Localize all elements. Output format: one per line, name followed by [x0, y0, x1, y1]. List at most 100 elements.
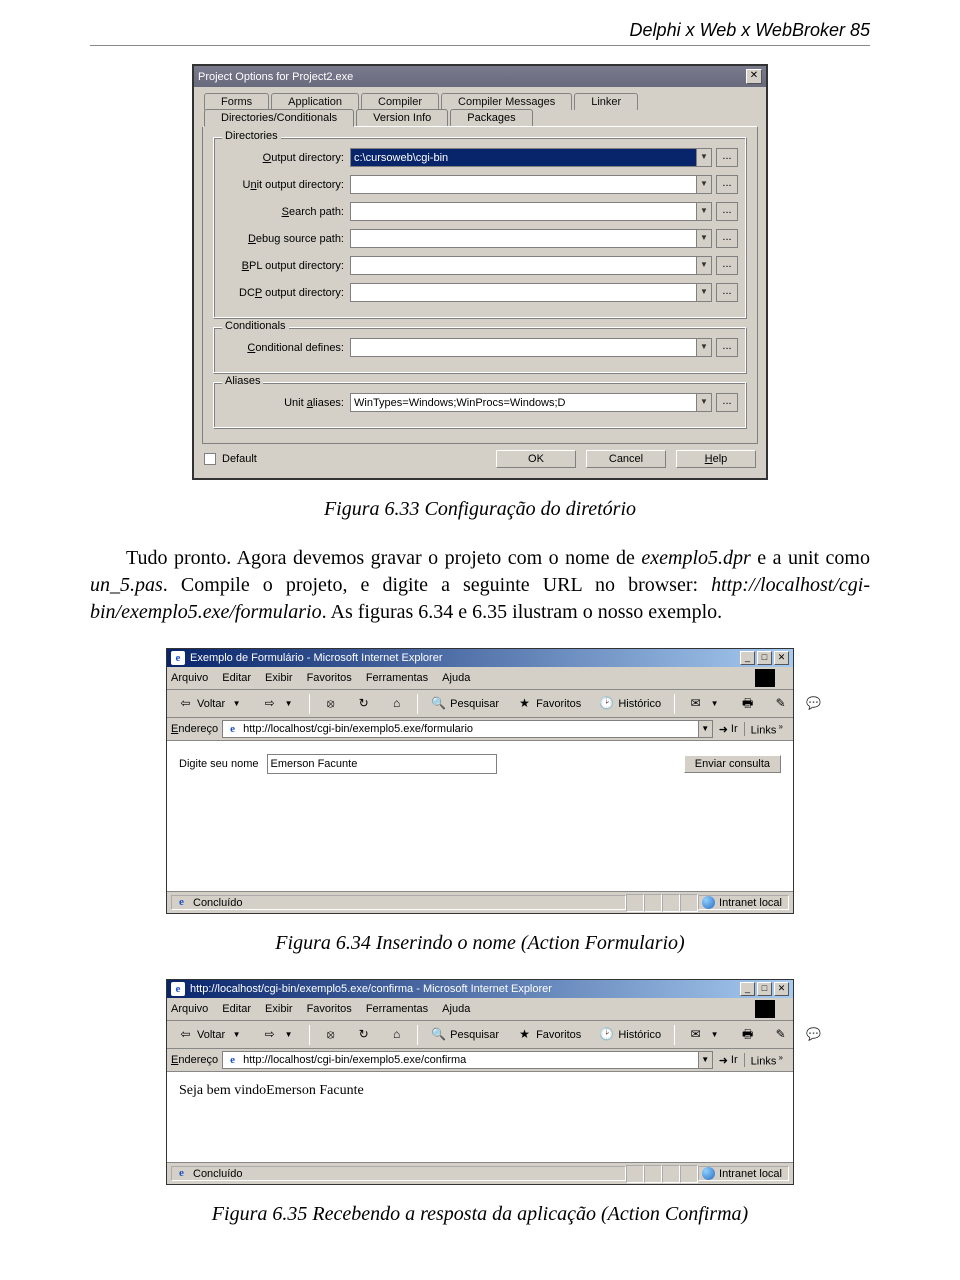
- dropdown-icon[interactable]: ▼: [699, 720, 713, 738]
- unit-aliases-label: Unit aliases:: [222, 397, 350, 409]
- dropdown-icon[interactable]: ▼: [696, 256, 712, 275]
- stop-button[interactable]: ⦻: [316, 693, 345, 714]
- dropdown-icon[interactable]: ▼: [696, 338, 712, 357]
- edit-button[interactable]: ✎: [766, 693, 795, 714]
- history-button[interactable]: 🕑Histórico: [592, 693, 668, 714]
- home-button[interactable]: ⌂: [382, 1024, 411, 1045]
- forward-button[interactable]: ⇨▼: [255, 1024, 303, 1045]
- page-icon: e: [226, 1054, 239, 1067]
- ie-menubar[interactable]: Arquivo Editar Exibir Favoritos Ferramen…: [167, 998, 793, 1021]
- menu-arquivo[interactable]: Arquivo: [171, 1003, 208, 1015]
- dropdown-icon[interactable]: ▼: [696, 283, 712, 302]
- back-button[interactable]: ⇦Voltar▼: [171, 693, 251, 714]
- minimize-icon[interactable]: _: [740, 982, 755, 996]
- dir-field-input[interactable]: [350, 256, 696, 275]
- menu-arquivo[interactable]: Arquivo: [171, 672, 208, 684]
- minimize-icon[interactable]: _: [740, 651, 755, 665]
- maximize-icon[interactable]: □: [757, 982, 772, 996]
- discuss-button[interactable]: 💬: [799, 693, 828, 714]
- menu-ferramentas[interactable]: Ferramentas: [366, 1003, 428, 1015]
- browse-button[interactable]: ...: [716, 256, 738, 275]
- conditional-defines-input[interactable]: [350, 338, 696, 357]
- refresh-button[interactable]: ↻: [349, 1024, 378, 1045]
- print-icon: 🖶: [740, 696, 755, 711]
- dropdown-icon[interactable]: ▼: [696, 175, 712, 194]
- dropdown-icon[interactable]: ▼: [696, 202, 712, 221]
- menu-editar[interactable]: Editar: [222, 672, 251, 684]
- dir-field-input[interactable]: [350, 202, 696, 221]
- help-button[interactable]: Help: [676, 450, 756, 468]
- browse-button[interactable]: ...: [716, 148, 738, 167]
- ok-button[interactable]: OK: [496, 450, 576, 468]
- search-button[interactable]: 🔍Pesquisar: [424, 693, 506, 714]
- tab-linker[interactable]: Linker: [574, 93, 638, 110]
- ie-titlebar[interactable]: e http://localhost/cgi-bin/exemplo5.exe/…: [167, 980, 793, 998]
- dropdown-icon[interactable]: ▼: [699, 1051, 713, 1069]
- favorites-button[interactable]: ★Favoritos: [510, 1024, 588, 1045]
- refresh-button[interactable]: ↻: [349, 693, 378, 714]
- menu-exibir[interactable]: Exibir: [265, 1003, 293, 1015]
- address-input[interactable]: e http://localhost/cgi-bin/exemplo5.exe/…: [222, 1051, 699, 1069]
- submit-button[interactable]: Enviar consulta: [684, 755, 781, 773]
- maximize-icon[interactable]: □: [757, 651, 772, 665]
- unit-aliases-input[interactable]: [350, 393, 696, 412]
- go-button[interactable]: ➜Ir: [713, 723, 744, 736]
- back-button[interactable]: ⇦Voltar▼: [171, 1024, 251, 1045]
- browse-button[interactable]: ...: [716, 202, 738, 221]
- links-bar[interactable]: Links »: [744, 1053, 789, 1068]
- dropdown-icon[interactable]: ▼: [696, 393, 712, 412]
- forward-button[interactable]: ⇨▼: [255, 693, 303, 714]
- discuss-button[interactable]: 💬: [799, 1024, 828, 1045]
- menu-exibir[interactable]: Exibir: [265, 672, 293, 684]
- search-button[interactable]: 🔍Pesquisar: [424, 1024, 506, 1045]
- tab-compiler[interactable]: Compiler: [361, 93, 439, 110]
- ie-menubar[interactable]: Arquivo Editar Exibir Favoritos Ferramen…: [167, 667, 793, 690]
- cancel-button[interactable]: Cancel: [586, 450, 666, 468]
- dir-field-input[interactable]: [350, 175, 696, 194]
- menu-ajuda[interactable]: Ajuda: [442, 1003, 470, 1015]
- body-paragraph: Tudo pronto. Agora devemos gravar o proj…: [90, 545, 870, 626]
- tab-packages[interactable]: Packages: [450, 109, 532, 126]
- tab-compiler-messages[interactable]: Compiler Messages: [441, 93, 572, 110]
- dir-field-input[interactable]: [350, 229, 696, 248]
- dropdown-icon[interactable]: ▼: [696, 148, 712, 167]
- tab-directories-conditionals[interactable]: Directories/Conditionals: [204, 109, 354, 127]
- home-button[interactable]: ⌂: [382, 693, 411, 714]
- ie-titlebar[interactable]: e Exemplo de Formulário - Microsoft Inte…: [167, 649, 793, 667]
- tab-forms[interactable]: Forms: [204, 93, 269, 110]
- browse-button[interactable]: ...: [716, 338, 738, 357]
- menu-editar[interactable]: Editar: [222, 1003, 251, 1015]
- tab-application[interactable]: Application: [271, 93, 359, 110]
- browse-button[interactable]: ...: [716, 175, 738, 194]
- dialog-titlebar[interactable]: Project Options for Project2.exe ✕: [194, 66, 766, 87]
- edit-button[interactable]: ✎: [766, 1024, 795, 1045]
- dir-field-input[interactable]: [350, 283, 696, 302]
- address-input[interactable]: e http://localhost/cgi-bin/exemplo5.exe/…: [222, 720, 699, 738]
- links-bar[interactable]: Links »: [744, 722, 789, 737]
- intranet-icon: [702, 896, 715, 909]
- menu-favoritos[interactable]: Favoritos: [307, 1003, 352, 1015]
- print-button[interactable]: 🖶: [733, 1024, 762, 1045]
- close-icon[interactable]: ✕: [774, 982, 789, 996]
- history-button[interactable]: 🕑Histórico: [592, 1024, 668, 1045]
- mail-button[interactable]: ✉▼: [681, 1024, 729, 1045]
- menu-ajuda[interactable]: Ajuda: [442, 672, 470, 684]
- menu-ferramentas[interactable]: Ferramentas: [366, 672, 428, 684]
- search-icon: 🔍: [431, 1027, 446, 1042]
- close-icon[interactable]: ✕: [746, 69, 762, 84]
- dropdown-icon[interactable]: ▼: [696, 229, 712, 248]
- stop-button[interactable]: ⦻: [316, 1024, 345, 1045]
- go-button[interactable]: ➜Ir: [713, 1054, 744, 1067]
- browse-button[interactable]: ...: [716, 283, 738, 302]
- default-checkbox[interactable]: Default: [204, 453, 257, 465]
- dir-field-input[interactable]: [350, 148, 696, 167]
- print-button[interactable]: 🖶: [733, 693, 762, 714]
- browse-button[interactable]: ...: [716, 229, 738, 248]
- mail-button[interactable]: ✉▼: [681, 693, 729, 714]
- close-icon[interactable]: ✕: [774, 651, 789, 665]
- menu-favoritos[interactable]: Favoritos: [307, 672, 352, 684]
- browse-button[interactable]: ...: [716, 393, 738, 412]
- tab-version-info[interactable]: Version Info: [356, 109, 448, 126]
- name-input[interactable]: [267, 754, 497, 774]
- favorites-button[interactable]: ★Favoritos: [510, 693, 588, 714]
